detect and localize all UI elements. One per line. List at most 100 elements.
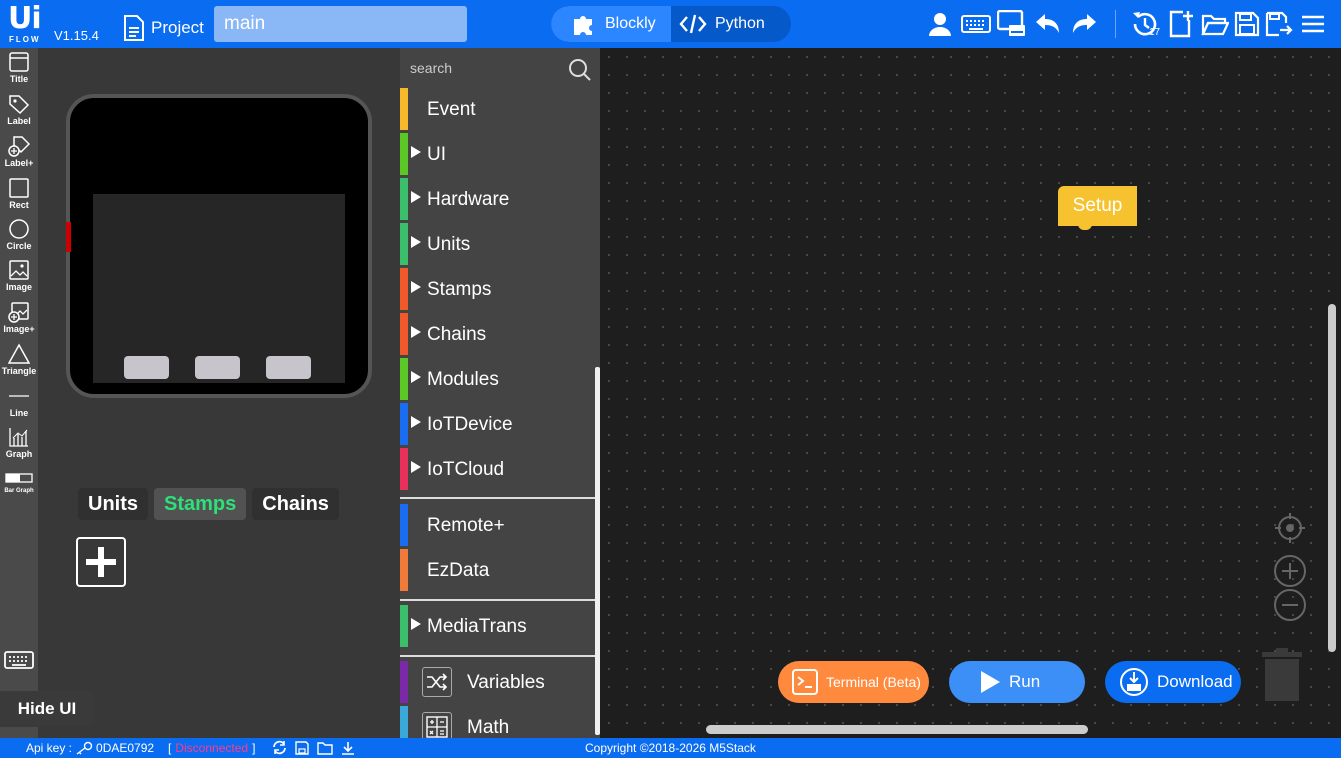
tool-graph[interactable]: Graph bbox=[0, 426, 38, 459]
tab-units[interactable]: Units bbox=[78, 488, 148, 520]
api-key-value[interactable]: 0DAE0792 bbox=[96, 741, 154, 755]
device-button-c[interactable] bbox=[266, 356, 311, 379]
category-label: Units bbox=[427, 234, 471, 255]
tool-title[interactable]: Title bbox=[0, 51, 38, 84]
menu-icon[interactable] bbox=[1298, 9, 1328, 39]
run-button[interactable]: Run bbox=[949, 661, 1085, 703]
tool-image-plus[interactable]: Image+ bbox=[0, 301, 38, 334]
terminal-button[interactable]: Terminal (Beta) bbox=[778, 661, 929, 703]
project-button[interactable]: Project bbox=[123, 13, 204, 43]
expand-arrow-icon bbox=[411, 371, 421, 383]
terminal-button-label: Terminal (Beta) bbox=[826, 674, 921, 690]
workspace-horizontal-scrollbar[interactable] bbox=[706, 725, 1088, 734]
category-color-bar bbox=[400, 133, 408, 175]
status-text: Disconnected bbox=[175, 741, 249, 755]
save-as-icon[interactable] bbox=[1264, 9, 1294, 39]
device-preview bbox=[66, 94, 372, 398]
device-led bbox=[66, 222, 71, 252]
download-button[interactable]: Download bbox=[1105, 661, 1241, 703]
footer-save-icon[interactable] bbox=[295, 740, 309, 755]
expand-arrow-icon bbox=[411, 191, 421, 203]
category-variables[interactable]: Variables bbox=[400, 661, 596, 703]
trash-icon[interactable] bbox=[1260, 648, 1304, 709]
category-event[interactable]: Event bbox=[400, 88, 596, 130]
tab-stamps[interactable]: Stamps bbox=[154, 488, 247, 520]
category-label: IoTDevice bbox=[427, 414, 513, 435]
tool-label[interactable]: Label bbox=[0, 93, 38, 126]
category-mediatrans[interactable]: MediaTrans bbox=[400, 605, 596, 647]
footer-download-icon[interactable] bbox=[341, 741, 355, 755]
mode-switch: Blockly Python bbox=[551, 6, 791, 42]
hide-ui-button[interactable]: Hide UI bbox=[0, 691, 94, 727]
device-button-a[interactable] bbox=[124, 356, 169, 379]
open-folder-icon[interactable] bbox=[1200, 9, 1230, 39]
save-icon[interactable] bbox=[1232, 9, 1262, 39]
category-iotcloud[interactable]: IoTCloud bbox=[400, 448, 596, 490]
category-ezdata[interactable]: EzData bbox=[400, 549, 596, 591]
search-icon[interactable] bbox=[568, 58, 592, 82]
refresh-icon[interactable] bbox=[272, 740, 287, 755]
category-label: IoTCloud bbox=[427, 459, 505, 480]
expand-arrow-icon bbox=[411, 326, 421, 338]
toolbar-keyboard-icon[interactable] bbox=[4, 650, 34, 675]
category-remote-[interactable]: Remote+ bbox=[400, 504, 596, 546]
title-icon bbox=[9, 52, 29, 72]
ui-design-panel: Units Stamps Chains bbox=[38, 48, 400, 738]
workspace-vertical-scrollbar[interactable] bbox=[1328, 304, 1336, 652]
tool-bar-graph[interactable]: Bar Graph bbox=[0, 471, 38, 496]
category-color-bar bbox=[400, 549, 408, 591]
device-icon[interactable] bbox=[997, 9, 1027, 39]
tab-chains[interactable]: Chains bbox=[252, 488, 339, 520]
tool-label-plus[interactable]: Label+ bbox=[0, 135, 38, 168]
api-key-label: Api key : bbox=[26, 741, 73, 755]
tool-rect[interactable]: Rect bbox=[0, 177, 38, 210]
add-hardware-button[interactable] bbox=[76, 537, 126, 587]
tool-image-label: Image bbox=[5, 282, 32, 292]
device-button-b[interactable] bbox=[195, 356, 240, 379]
category-modules[interactable]: Modules bbox=[400, 358, 596, 400]
device-screen[interactable] bbox=[93, 194, 345, 383]
category-color-bar bbox=[400, 706, 408, 738]
graph-icon bbox=[9, 428, 28, 447]
setup-block[interactable]: Setup bbox=[1058, 186, 1137, 226]
component-toolbar: Title Label Label+ Rect Circle Image Ima… bbox=[0, 48, 38, 738]
undo-icon[interactable] bbox=[1033, 9, 1063, 39]
category-label: Modules bbox=[427, 369, 499, 390]
user-icon[interactable] bbox=[925, 9, 955, 39]
tab-python[interactable]: Python bbox=[671, 6, 791, 42]
category-chains[interactable]: Chains bbox=[400, 313, 596, 355]
zoom-in-icon[interactable] bbox=[1273, 554, 1307, 588]
category-hardware[interactable]: Hardware bbox=[400, 178, 596, 220]
category-math[interactable]: Math bbox=[400, 706, 596, 738]
category-ui[interactable]: UI bbox=[400, 133, 596, 175]
status-bracket-close: ] bbox=[252, 741, 256, 755]
key-icon bbox=[76, 741, 93, 755]
footer-folder-icon[interactable] bbox=[317, 741, 333, 755]
triangle-icon bbox=[8, 343, 30, 364]
filename-input[interactable] bbox=[214, 6, 467, 42]
project-label: Project bbox=[151, 18, 204, 37]
tab-blockly[interactable]: Blockly bbox=[551, 6, 671, 42]
expand-arrow-icon bbox=[411, 146, 421, 158]
blockly-workspace[interactable]: Setup Terminal (Beta) Run Download bbox=[600, 48, 1341, 738]
block-category-panel: Event UI Hardware Units Stamps Chains Modules I… bbox=[400, 48, 600, 738]
category-color-bar bbox=[400, 403, 408, 445]
line-icon bbox=[9, 395, 29, 397]
keyboard-icon[interactable] bbox=[961, 9, 991, 39]
hardware-tabs: Units Stamps Chains bbox=[78, 488, 345, 522]
footer-actions bbox=[272, 740, 363, 755]
tool-triangle[interactable]: Triangle bbox=[0, 343, 38, 376]
category-units[interactable]: Units bbox=[400, 223, 596, 265]
category-color-bar bbox=[400, 178, 408, 220]
new-file-icon[interactable] bbox=[1166, 9, 1196, 39]
recenter-icon[interactable] bbox=[1273, 511, 1307, 545]
tool-line[interactable]: Line bbox=[0, 385, 38, 418]
redo-icon[interactable] bbox=[1069, 9, 1099, 39]
image-icon bbox=[9, 260, 29, 280]
tool-rect-label: Rect bbox=[9, 200, 29, 210]
tool-image[interactable]: Image bbox=[0, 259, 38, 292]
tool-circle[interactable]: Circle bbox=[0, 218, 38, 251]
zoom-out-icon[interactable] bbox=[1273, 588, 1307, 622]
category-iotdevice[interactable]: IoTDevice bbox=[400, 403, 596, 445]
category-stamps[interactable]: Stamps bbox=[400, 268, 596, 310]
